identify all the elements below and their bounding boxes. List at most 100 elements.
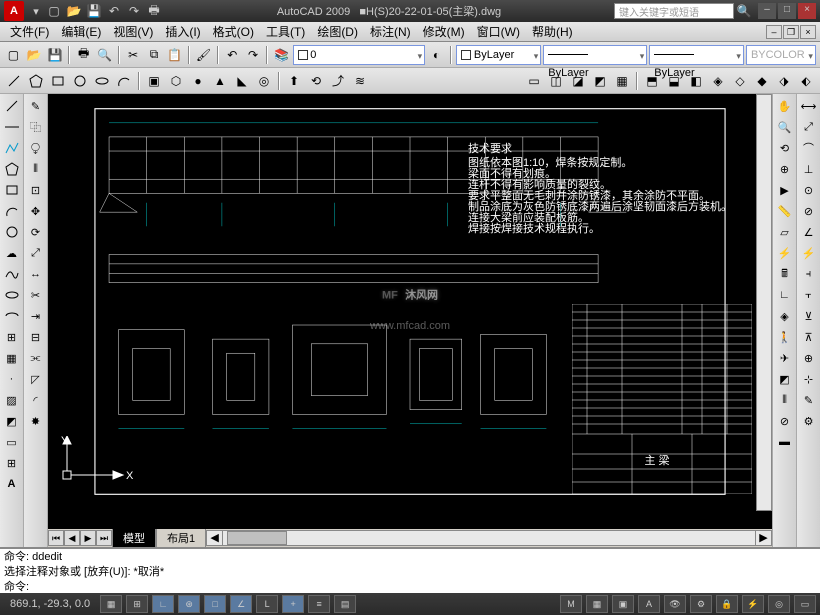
ellipse-tool-icon[interactable] bbox=[2, 285, 22, 305]
menu-insert[interactable]: 插入(I) bbox=[159, 21, 206, 42]
dyn-toggle[interactable]: + bbox=[282, 595, 304, 613]
dimaligned-icon[interactable]: ⤢ bbox=[799, 117, 819, 137]
new-icon[interactable]: ▢ bbox=[4, 45, 23, 65]
3dalign-icon[interactable]: ⫴ bbox=[775, 390, 795, 410]
fly-icon[interactable]: ✈ bbox=[775, 348, 795, 368]
annoscale-icon[interactable]: A bbox=[638, 595, 660, 613]
box-icon[interactable]: ▣ bbox=[144, 71, 164, 91]
extrude-icon[interactable]: ⬆ bbox=[284, 71, 304, 91]
sweep-icon[interactable]: ⤴ bbox=[328, 71, 348, 91]
maximize-button[interactable]: □ bbox=[778, 3, 796, 19]
redo-icon[interactable]: ↷ bbox=[244, 45, 263, 65]
visual-style-conc-icon[interactable]: ▦ bbox=[612, 71, 632, 91]
block-tool-icon[interactable]: ▦ bbox=[2, 348, 22, 368]
quickview-drawings-icon[interactable]: ▣ bbox=[612, 595, 634, 613]
tab-model[interactable]: 模型 bbox=[112, 528, 156, 547]
rect-tool-icon[interactable] bbox=[2, 180, 22, 200]
dimspace-icon[interactable]: ⊻ bbox=[799, 306, 819, 326]
horizontal-scrollbar[interactable]: ◀ ▶ bbox=[206, 530, 772, 546]
dist-icon[interactable]: 📏 bbox=[775, 201, 795, 221]
sphere-icon[interactable]: ● bbox=[188, 71, 208, 91]
insert-tool-icon[interactable]: ⊞ bbox=[2, 327, 22, 347]
line-tool-icon[interactable] bbox=[2, 96, 22, 116]
layer-dropdown[interactable]: 0 bbox=[293, 45, 425, 65]
zoom-icon[interactable]: 🔍 bbox=[775, 117, 795, 137]
circle-icon[interactable] bbox=[70, 71, 90, 91]
scale-tool-icon[interactable]: ⤢ bbox=[26, 243, 46, 263]
qat-redo-icon[interactable]: ↷ bbox=[124, 1, 144, 21]
grid-toggle[interactable]: ⊞ bbox=[126, 595, 148, 613]
mdi-minimize-button[interactable]: – bbox=[766, 25, 782, 39]
view-swiso-icon[interactable]: ◇ bbox=[730, 71, 750, 91]
line-icon[interactable] bbox=[4, 71, 24, 91]
dimord-icon[interactable]: ⊥ bbox=[799, 159, 819, 179]
preview-icon[interactable]: 🔍 bbox=[95, 45, 114, 65]
mdi-restore-button[interactable]: ❐ bbox=[783, 25, 799, 39]
erase-tool-icon[interactable]: ✎ bbox=[26, 96, 46, 116]
qselect-icon[interactable]: ⚡ bbox=[775, 243, 795, 263]
osnap-toggle[interactable]: □ bbox=[204, 595, 226, 613]
tolerance-icon[interactable]: ⊕ bbox=[799, 348, 819, 368]
chamfer-tool-icon[interactable]: ◸ bbox=[26, 369, 46, 389]
undo-icon[interactable]: ↶ bbox=[223, 45, 242, 65]
face-ucs-icon[interactable]: ◩ bbox=[775, 369, 795, 389]
layer-manager-icon[interactable]: 📚 bbox=[272, 45, 291, 65]
gradient-tool-icon[interactable]: ◩ bbox=[2, 411, 22, 431]
cone-icon[interactable]: ▲ bbox=[210, 71, 230, 91]
revcloud-tool-icon[interactable]: ☁ bbox=[2, 243, 22, 263]
menu-modify[interactable]: 修改(M) bbox=[417, 21, 471, 42]
toolbar-lock-icon[interactable]: 🔒 bbox=[716, 595, 738, 613]
visual-style-real-icon[interactable]: ◩ bbox=[590, 71, 610, 91]
qat-print-icon[interactable]: 🖶 bbox=[144, 1, 164, 21]
menu-tools[interactable]: 工具(T) bbox=[260, 21, 311, 42]
loft-icon[interactable]: ≋ bbox=[350, 71, 370, 91]
dimrad-icon[interactable]: ⊙ bbox=[799, 180, 819, 200]
tab-next-icon[interactable]: ▶ bbox=[80, 530, 96, 546]
dimqck-icon[interactable]: ⚡ bbox=[799, 243, 819, 263]
command-line[interactable]: 命令: ddedit 选择注释对象或 [放弃(U)]: *取消* 命令: bbox=[0, 547, 820, 593]
cut-icon[interactable]: ✂ bbox=[124, 45, 143, 65]
close-button[interactable]: × bbox=[798, 3, 816, 19]
paste-icon[interactable]: 📋 bbox=[165, 45, 184, 65]
print-icon[interactable]: 🖶 bbox=[74, 45, 93, 65]
region-tool-icon[interactable]: ▭ bbox=[2, 432, 22, 452]
offset-tool-icon[interactable]: ⫴ bbox=[26, 159, 46, 179]
color-dropdown[interactable]: ByLayer bbox=[456, 45, 541, 65]
menu-browser-icon[interactable]: ▾ bbox=[28, 5, 44, 18]
dimedit-icon[interactable]: ✎ bbox=[799, 390, 819, 410]
drawing-canvas[interactable]: 技术要求 图纸依本图1:10，焊条按规定制。 梁面不得有划痕。 连杆不得有影响质… bbox=[48, 94, 772, 529]
area-icon[interactable]: ▱ bbox=[775, 222, 795, 242]
dimbase-icon[interactable]: ⫞ bbox=[799, 264, 819, 284]
lineweight-dropdown[interactable]: ByLayer bbox=[649, 45, 744, 65]
matchprop-icon[interactable]: 🖌 bbox=[194, 45, 213, 65]
section-icon[interactable]: ⊘ bbox=[775, 411, 795, 431]
calc-icon[interactable]: 🖩 bbox=[775, 264, 795, 284]
menu-window[interactable]: 窗口(W) bbox=[471, 21, 526, 42]
menu-format[interactable]: 格式(O) bbox=[207, 21, 260, 42]
menu-view[interactable]: 视图(V) bbox=[107, 21, 159, 42]
walk-icon[interactable]: 🚶 bbox=[775, 327, 795, 347]
open-icon[interactable]: 📂 bbox=[25, 45, 44, 65]
dimstyle-icon[interactable]: ⚙ bbox=[799, 411, 819, 431]
isolate-icon[interactable]: ◎ bbox=[768, 595, 790, 613]
polygon-icon[interactable] bbox=[26, 71, 46, 91]
move-tool-icon[interactable]: ✥ bbox=[26, 201, 46, 221]
cylinder-icon[interactable]: ⬡ bbox=[166, 71, 186, 91]
point-tool-icon[interactable]: · bbox=[2, 369, 22, 389]
orbit-icon[interactable]: ⟲ bbox=[775, 138, 795, 158]
visual-style-2d-icon[interactable]: ▭ bbox=[524, 71, 544, 91]
linetype-dropdown[interactable]: ByLayer bbox=[543, 45, 647, 65]
mirror-tool-icon[interactable]: ⧬ bbox=[26, 138, 46, 158]
circle-tool-icon[interactable] bbox=[2, 222, 22, 242]
qat-open-icon[interactable]: 📂 bbox=[64, 1, 84, 21]
dimcont-icon[interactable]: ⫟ bbox=[799, 285, 819, 305]
polygon-tool-icon[interactable] bbox=[2, 159, 22, 179]
showmotion-icon[interactable]: ▶ bbox=[775, 180, 795, 200]
ellipse-icon[interactable] bbox=[92, 71, 112, 91]
flatten-icon[interactable]: ▬ bbox=[775, 432, 795, 452]
explode-tool-icon[interactable]: ✸ bbox=[26, 411, 46, 431]
spline-tool-icon[interactable] bbox=[2, 264, 22, 284]
dimarc-icon[interactable]: ⌒ bbox=[799, 138, 819, 158]
torus-icon[interactable]: ◎ bbox=[254, 71, 274, 91]
stretch-tool-icon[interactable]: ↔ bbox=[26, 264, 46, 284]
